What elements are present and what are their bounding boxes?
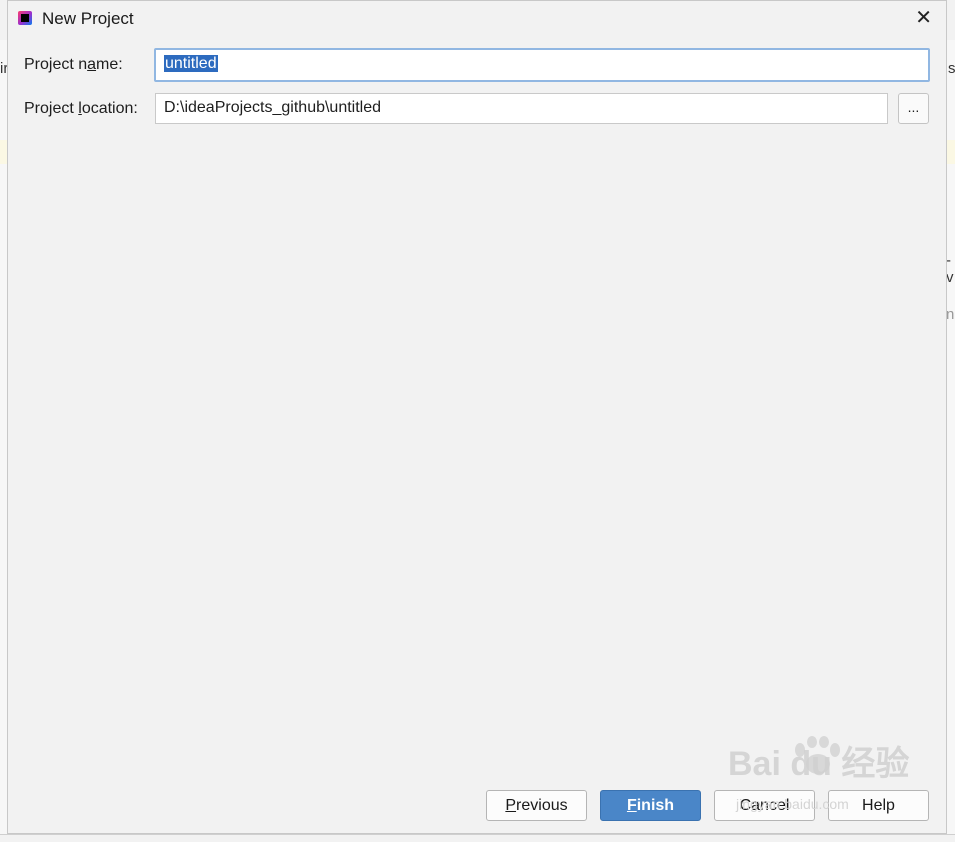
browse-button[interactable]: ... (898, 93, 929, 124)
baidu-watermark-url: jingyan.baidu.com (736, 796, 849, 812)
previous-button[interactable]: Previous (486, 790, 587, 821)
finish-button[interactable]: Finish (600, 790, 701, 821)
dialog-titlebar: New Project ✕ (8, 1, 946, 37)
baidu-watermark: Bai du 经验 (728, 745, 910, 783)
project-name-value: untitled (164, 55, 218, 72)
background-text-fragment: s (948, 60, 955, 77)
background-text-fragment: ng (946, 306, 955, 323)
project-location-label: Project location: (24, 100, 138, 117)
new-project-dialog: New Project ✕ Project name: untitled Pro… (7, 0, 947, 834)
close-icon[interactable]: ✕ (915, 5, 932, 30)
intellij-app-icon (18, 11, 32, 25)
project-location-value: D:\ideaProjects_github\untitled (164, 99, 382, 116)
project-location-input[interactable]: D:\ideaProjects_github\untitled (155, 93, 888, 124)
project-name-label: Project name: (24, 56, 123, 73)
background-highlight-right (947, 140, 955, 164)
background-text-fragment: -v (946, 252, 954, 286)
project-name-input[interactable]: untitled (154, 48, 930, 82)
dialog-title: New Project (42, 9, 134, 28)
